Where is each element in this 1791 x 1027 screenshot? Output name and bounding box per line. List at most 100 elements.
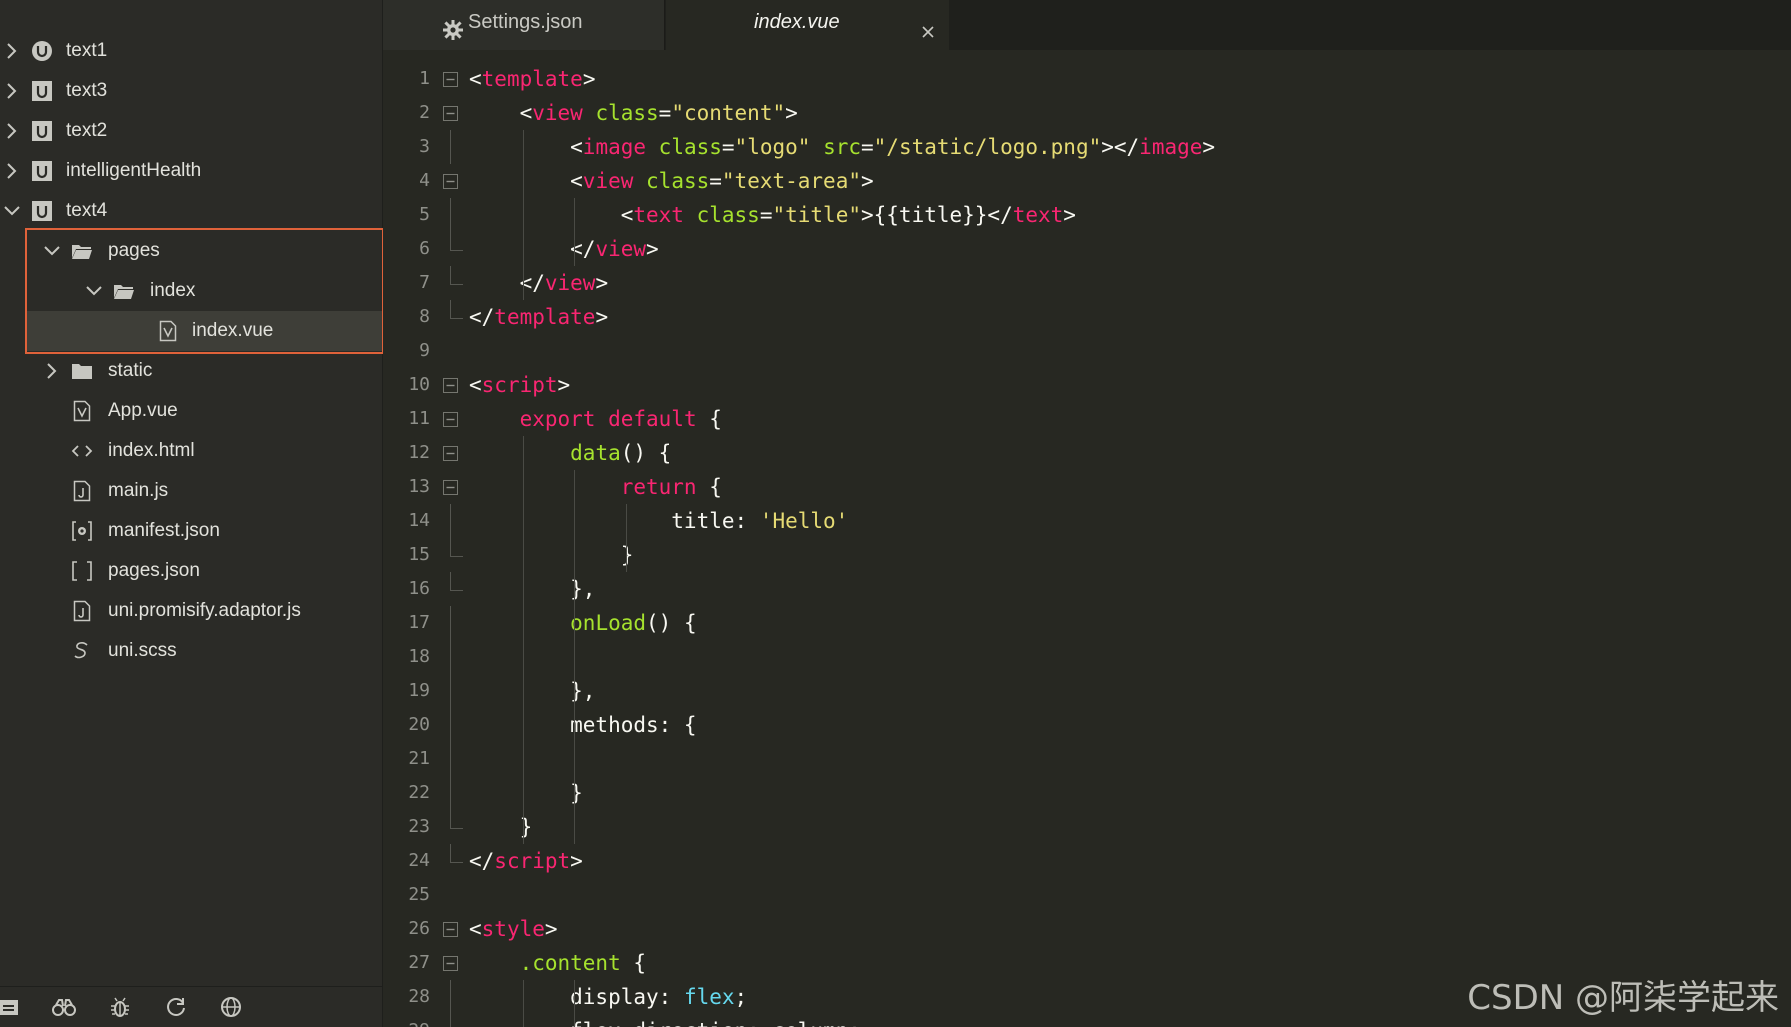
tree-item[interactable]: static (0, 351, 382, 391)
code-line[interactable]: 4 <view class="text-area"> (383, 164, 1791, 198)
tree-item[interactable]: uni.scss (0, 631, 382, 671)
indent-guide (523, 980, 525, 1027)
chevron-right-icon[interactable] (0, 151, 24, 191)
code-line[interactable]: 19 }, (383, 674, 1791, 708)
code-token: > (1202, 135, 1216, 159)
line-number: 2 (419, 102, 430, 123)
tree-item[interactable]: pages (0, 231, 382, 271)
fold-toggle-icon[interactable] (443, 106, 458, 121)
tree-item[interactable]: index.vue (26, 311, 382, 351)
tree-item[interactable]: pages.json (0, 551, 382, 591)
tree-item[interactable]: App.vue (0, 391, 382, 431)
fold-range-line (450, 674, 451, 708)
code-line[interactable]: 25 (383, 878, 1791, 912)
code-line[interactable]: 9 (383, 334, 1791, 368)
code-line[interactable]: 2 <view class="content"> (383, 96, 1791, 130)
code-token: () { (646, 611, 697, 635)
refresh-icon[interactable] (156, 987, 196, 1027)
code-line[interactable]: 12 data() { (383, 436, 1791, 470)
code-line[interactable]: 3 <image class="logo" src="/static/logo.… (383, 130, 1791, 164)
fold-toggle-icon[interactable] (443, 480, 458, 495)
code-token: = (709, 169, 722, 193)
close-icon[interactable] (919, 13, 937, 38)
code-token: image (1139, 135, 1203, 159)
browser-icon[interactable] (211, 987, 251, 1027)
code-token: </ (469, 849, 495, 873)
tree-item[interactable]: uni.promisify.adaptor.js (0, 591, 382, 631)
code-line[interactable]: 7 </view> (383, 266, 1791, 300)
chevron-right-icon[interactable] (0, 71, 24, 111)
code-line[interactable]: 17 onLoad() { (383, 606, 1791, 640)
binoculars-icon[interactable] (44, 987, 84, 1027)
fold-toggle-icon[interactable] (443, 378, 458, 393)
code-line[interactable]: 18 (383, 640, 1791, 674)
chevron-right-icon[interactable] (40, 351, 64, 391)
code-token: display: (469, 985, 684, 1009)
tab-settings-json[interactable]: Settings.json (383, 0, 665, 50)
tree-item[interactable]: text1 (0, 31, 382, 71)
line-number: 25 (408, 884, 430, 905)
files-icon[interactable] (0, 987, 30, 1027)
code-line[interactable]: 26 <style> (383, 912, 1791, 946)
code-line[interactable]: 1 <template> (383, 62, 1791, 96)
code-line[interactable]: 10 <script> (383, 368, 1791, 402)
chevron-right-icon[interactable] (0, 31, 24, 71)
code-line[interactable]: 15 } (383, 538, 1791, 572)
tab-index-vue[interactable]: index.vue (666, 0, 949, 50)
code-line[interactable]: 11 export default { (383, 402, 1791, 436)
indent-guide (625, 504, 627, 572)
fold-range-line (450, 130, 451, 164)
code-text: <template> (469, 62, 595, 96)
fold-toggle-icon[interactable] (443, 956, 458, 971)
code-line[interactable]: 13 return { (383, 470, 1791, 504)
tree-item[interactable]: intelligentHealth (0, 151, 382, 191)
watermark: CSDN @阿柒学起来 (1467, 978, 1779, 1018)
fold-end-marker (450, 810, 463, 829)
chevron-down-icon[interactable] (40, 231, 64, 271)
tree-item[interactable]: main.js (0, 471, 382, 511)
code-line[interactable]: 16 }, (383, 572, 1791, 606)
code-line[interactable]: 5 <text class="title">{{title}}</text> (383, 198, 1791, 232)
line-number: 20 (408, 714, 430, 735)
code-text: flex-direction: column; (469, 1014, 861, 1027)
tree-item[interactable]: text4 (0, 191, 382, 231)
code-token: class (658, 135, 722, 159)
fold-toggle-icon[interactable] (443, 174, 458, 189)
fold-toggle-icon[interactable] (443, 922, 458, 937)
line-number: 5 (419, 204, 430, 225)
code-line[interactable]: 23 } (383, 810, 1791, 844)
tree-item[interactable]: index (0, 271, 382, 311)
code-token: > (557, 373, 571, 397)
code-token: >{{title}}</ (861, 203, 1013, 227)
chevron-right-icon[interactable] (0, 111, 24, 151)
fold-toggle-icon[interactable] (443, 72, 458, 87)
tree-item[interactable]: manifest.json (0, 511, 382, 551)
code-token: </ (469, 305, 495, 329)
code-line[interactable]: 24 </script> (383, 844, 1791, 878)
chevron-down-icon[interactable] (0, 191, 24, 231)
code-token: = (721, 135, 735, 159)
code-token: > (570, 849, 583, 873)
chevron-down-icon[interactable] (82, 271, 106, 311)
code-line[interactable]: 8 </template> (383, 300, 1791, 334)
fold-toggle-icon[interactable] (443, 446, 458, 461)
code-token: < (469, 169, 583, 193)
code-line[interactable]: 6 </view> (383, 232, 1791, 266)
code-line[interactable]: 22 } (383, 776, 1791, 810)
tree-item[interactable]: index.html (0, 431, 382, 471)
code-editor[interactable]: 1 <template> 2 <view class="content"> 3 <im… (383, 50, 1791, 1027)
code-token: > (860, 169, 874, 193)
code-text: onLoad() { (469, 606, 697, 640)
code-line[interactable]: 14 title: 'Hello' (383, 504, 1791, 538)
fold-end-marker (450, 266, 463, 285)
tree-item[interactable]: text2 (0, 111, 382, 151)
fold-toggle-icon[interactable] (443, 412, 458, 427)
line-number: 1 (419, 68, 430, 89)
code-line[interactable]: 20 methods: { (383, 708, 1791, 742)
code-line[interactable]: 21 (383, 742, 1791, 776)
code-token: default (608, 407, 697, 431)
tree-item[interactable]: text3 (0, 71, 382, 111)
bug-icon[interactable] (100, 987, 140, 1027)
code-token: .content (519, 951, 621, 975)
